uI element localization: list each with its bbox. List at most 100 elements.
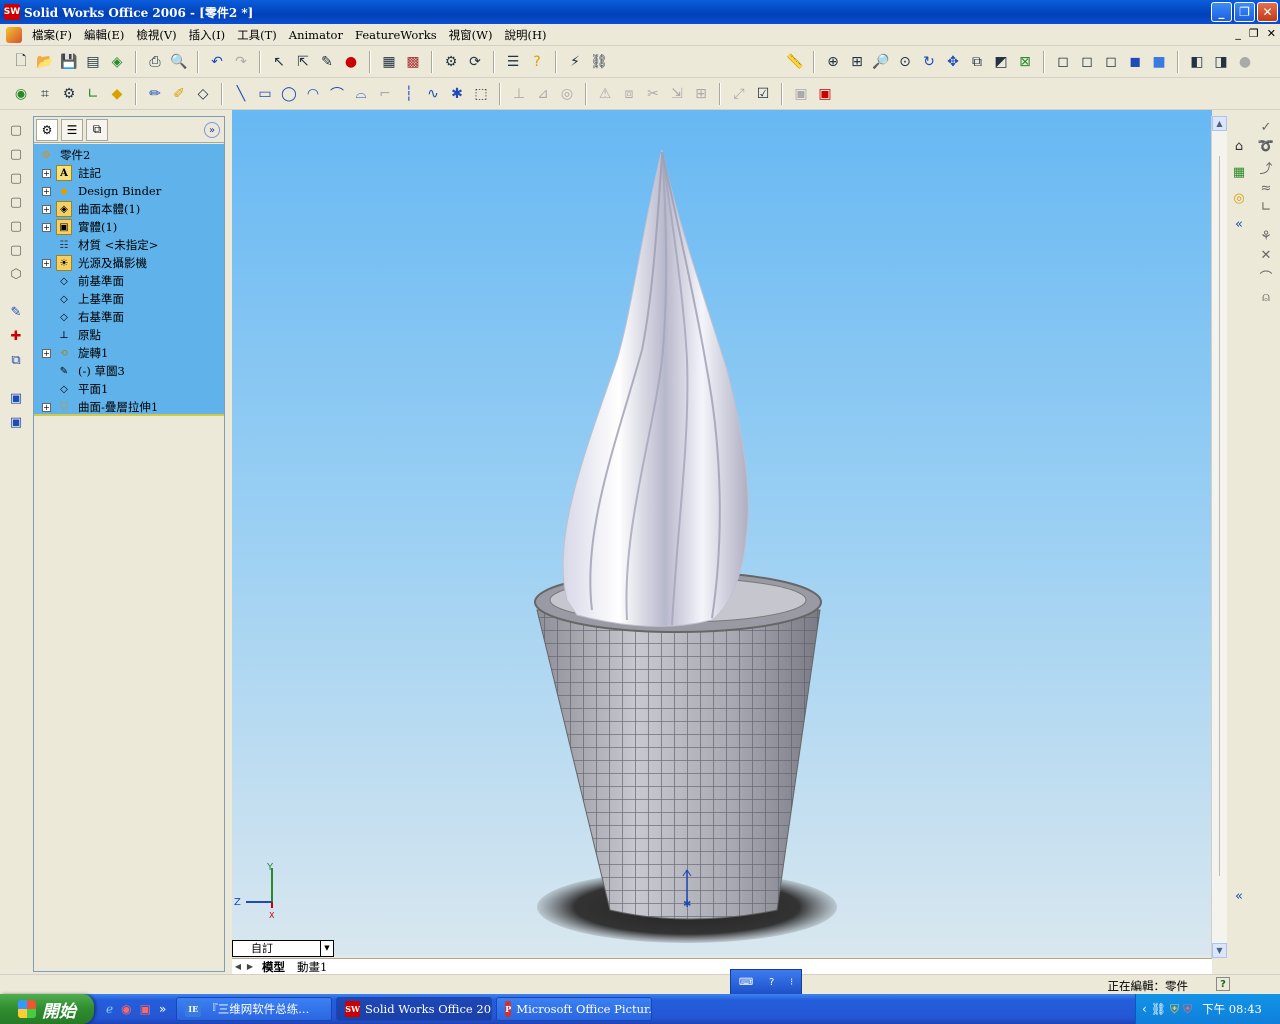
options-icon[interactable]: ⚙ — [440, 51, 462, 73]
undo-icon[interactable]: ↶ — [206, 51, 228, 73]
chamfer-icon[interactable]: ⬡ — [6, 264, 26, 284]
start-button[interactable]: 開始 — [0, 994, 94, 1024]
doc-close-button[interactable]: ✕ — [1267, 27, 1276, 40]
tree-node-front-plane[interactable]: ◇ 前基準面 — [56, 272, 124, 290]
centerpoint-arc-icon[interactable]: ◠ — [302, 83, 324, 105]
sketch-icon[interactable]: ✎ — [316, 51, 338, 73]
sweep-icon[interactable]: ▢ — [6, 168, 26, 188]
surfaces-icon[interactable]: ◆ — [106, 83, 128, 105]
cut-icon[interactable]: ▢ — [6, 216, 26, 236]
tree-node-design-binder[interactable]: + ◆ Design Binder — [42, 182, 161, 200]
vertical-scrollbar[interactable]: ▲ ▼ — [1211, 116, 1227, 958]
menu-help[interactable]: 說明(H) — [498, 27, 552, 43]
properties-icon[interactable]: ☰ — [502, 51, 524, 73]
taskbar-button-browser[interactable]: IE 『三维网软件总练... — [176, 997, 333, 1021]
make-assembly-icon[interactable]: ◈ — [106, 51, 128, 73]
ice-cream-model[interactable]: ✱ Y Z X — [232, 110, 1212, 956]
select-icon[interactable]: ↖ — [268, 51, 290, 73]
wall-icon[interactable]: ▩ — [402, 51, 424, 73]
loft-icon[interactable]: ▢ — [6, 192, 26, 212]
dome-icon[interactable]: ⌒ — [1259, 267, 1272, 286]
pan-icon[interactable]: ✥ — [942, 51, 964, 73]
dimension-icon[interactable]: ⌗ — [34, 83, 56, 105]
doc-minimize-button[interactable]: _ — [1235, 27, 1241, 40]
tree-node-right-plane[interactable]: ◇ 右基準面 — [56, 308, 124, 326]
tree-node-origin[interactable]: ⊥ 原點 — [56, 326, 101, 344]
expand-icon[interactable]: + — [42, 204, 51, 214]
expand-task-pane-icon[interactable]: « — [1229, 886, 1249, 906]
tab-animation1[interactable]: 動畫1 — [291, 959, 333, 975]
rectangle-icon[interactable]: ▭ — [254, 83, 276, 105]
tree-node-material[interactable]: ☷ 材質 <未指定> — [56, 236, 159, 254]
check-sketch-icon[interactable]: ☑ — [752, 83, 774, 105]
curve-through-points-icon[interactable]: ⤴ — [1259, 158, 1272, 177]
propertymanager-tab[interactable]: ☰ — [61, 118, 83, 141]
rotate-icon[interactable]: ↻ — [918, 51, 940, 73]
doc-restore-button[interactable]: ❐ — [1249, 27, 1259, 40]
chevron-down-icon[interactable]: ▼ — [320, 941, 333, 956]
hidden-lines-visible-icon[interactable]: ◻ — [1076, 51, 1098, 73]
new-icon[interactable]: 🗋 — [10, 51, 32, 73]
solidworks-icon[interactable]: ▣ — [140, 1002, 151, 1016]
expand-panel-icon[interactable]: » — [204, 122, 220, 138]
ie-icon[interactable]: ℯ — [106, 1002, 113, 1016]
traffic-light-icon[interactable]: ● — [340, 51, 362, 73]
sketch-tool-icon[interactable]: ✚ — [6, 326, 26, 346]
three-point-arc-icon[interactable]: ⌓ — [350, 83, 372, 105]
measure-icon[interactable]: 📏 — [784, 51, 806, 73]
tree-node-sketch3[interactable]: ✎ (-) 草圖3 — [56, 362, 125, 380]
menu-insert[interactable]: 插入(I) — [183, 27, 232, 43]
extend-icon[interactable]: ⇲ — [666, 83, 688, 105]
featuremanager-tab[interactable]: ⚙ — [36, 118, 58, 141]
keyboard-icon[interactable]: ⌨ — [739, 977, 753, 988]
expand-icon[interactable]: + — [42, 258, 51, 268]
print-preview-icon[interactable]: 🔍 — [168, 51, 190, 73]
select-other-icon[interactable]: ⇱ — [292, 51, 314, 73]
status-help-icon[interactable]: ? — [1216, 977, 1230, 991]
view-orientation-icon[interactable]: ◩ — [990, 51, 1012, 73]
display-relations-icon[interactable]: ⧈ — [618, 83, 640, 105]
minimize-button[interactable]: _ — [1211, 2, 1232, 22]
quick-launch-more[interactable]: » — [159, 1002, 166, 1016]
3d-drawing-view-icon[interactable]: ⧉ — [966, 51, 988, 73]
view-orientation-select[interactable]: 自訂 ▼ — [232, 940, 334, 957]
smart-dimension-icon[interactable]: ◇ — [192, 83, 214, 105]
macro-icon[interactable]: ⚡ — [564, 51, 586, 73]
line-icon[interactable]: ╲ — [230, 83, 252, 105]
split-line-icon[interactable]: ∟ — [1261, 200, 1272, 215]
sketch-fillet-icon[interactable]: ⌐ — [374, 83, 396, 105]
section-view-icon[interactable]: ⊠ — [1014, 51, 1036, 73]
menu-edit[interactable]: 編輯(E) — [78, 27, 130, 43]
shaded-with-edges-icon[interactable]: ◼ — [1124, 51, 1146, 73]
print-icon[interactable]: ⎙ — [144, 51, 166, 73]
collapse-task-pane-icon[interactable]: « — [1229, 214, 1249, 234]
features-icon[interactable]: ◉ — [10, 83, 32, 105]
linear-pattern-icon[interactable]: ⊞ — [690, 83, 712, 105]
tree-node-annotations[interactable]: + A 註記 — [42, 164, 101, 182]
wrap-icon[interactable]: ⍝ — [1262, 290, 1270, 305]
tree-node-loft-surface[interactable]: + ⛉ 曲面-疊層拉伸1 — [42, 398, 158, 416]
scroll-down-arrow[interactable]: ▼ — [1212, 943, 1227, 958]
edit-sketch-icon[interactable]: ✏ — [144, 83, 166, 105]
taskbar-button-solidworks[interactable]: SW Solid Works Office 20... — [336, 997, 493, 1021]
tree-root[interactable]: ⚙ 零件2 — [38, 146, 91, 164]
network-icon[interactable]: ⛓ — [1151, 1002, 1166, 1016]
helix-icon[interactable]: ➰ — [1258, 139, 1274, 154]
tab-model[interactable]: 模型 — [256, 959, 291, 975]
mirror-icon[interactable]: ⊥ — [508, 83, 530, 105]
chrome-icon[interactable]: ◉ — [121, 1002, 131, 1016]
hidden-lines-removed-icon[interactable]: ◻ — [1100, 51, 1122, 73]
ime-options-icon[interactable]: ⁝ — [790, 977, 793, 988]
menu-tools[interactable]: 工具(T) — [231, 27, 283, 43]
spline-icon[interactable]: ∿ — [422, 83, 444, 105]
link-icon[interactable]: ⛓ — [588, 51, 610, 73]
sketch-relation-icon[interactable]: ✓ — [1261, 120, 1272, 135]
ime-help-icon[interactable]: ? — [769, 977, 774, 988]
reference-geometry-icon[interactable]: ⚙ — [58, 83, 80, 105]
zoom-to-fit-icon[interactable]: ⊕ — [822, 51, 844, 73]
layer-properties-icon[interactable]: ▣ — [6, 412, 26, 432]
graphics-area[interactable]: ✱ Y Z X — [232, 110, 1212, 956]
tree-node-lights-cameras[interactable]: + ☀ 光源及攝影機 — [42, 254, 147, 272]
zoom-area-icon[interactable]: ⊞ — [846, 51, 868, 73]
circle-icon[interactable]: ◯ — [278, 83, 300, 105]
